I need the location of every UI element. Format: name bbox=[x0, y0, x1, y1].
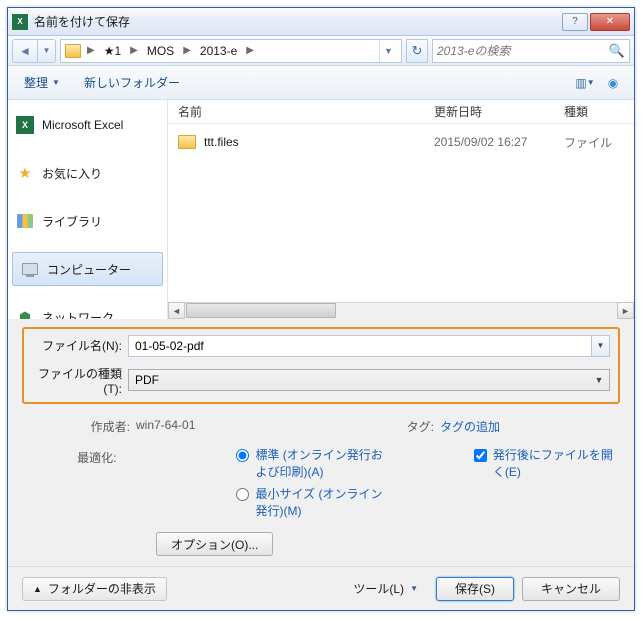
chevron-right-icon: ▶ bbox=[179, 45, 195, 56]
chevron-right-icon: ▶ bbox=[242, 45, 258, 56]
optimize-label: 最適化: bbox=[22, 447, 122, 520]
options-button[interactable]: オプション(O)... bbox=[156, 532, 273, 556]
optimize-minimum-radio[interactable]: 最小サイズ (オンライン発行)(M) bbox=[236, 486, 393, 520]
save-as-dialog: X 名前を付けて保存 ? ✕ ◄ ▼ ▶ ★1 ▶ MOS ▶ 2013-e ▶… bbox=[7, 7, 635, 611]
breadcrumb-bar[interactable]: ▶ ★1 ▶ MOS ▶ 2013-e ▶ ▼ bbox=[60, 39, 402, 63]
search-box[interactable]: 🔍 bbox=[432, 39, 630, 63]
excel-icon: X bbox=[16, 116, 34, 134]
filename-input[interactable] bbox=[128, 335, 592, 357]
author-label: 作成者: bbox=[22, 418, 136, 435]
horizontal-scrollbar[interactable]: ◄ ► bbox=[168, 302, 634, 319]
folder-icon bbox=[178, 135, 196, 149]
help-icon[interactable]: ◉ bbox=[600, 72, 626, 94]
tags-label: タグ: bbox=[394, 418, 440, 435]
save-button[interactable]: 保存(S) bbox=[436, 577, 514, 601]
cancel-button[interactable]: キャンセル bbox=[522, 577, 620, 601]
new-folder-button[interactable]: 新しいフォルダー bbox=[76, 71, 188, 95]
header-name[interactable]: 名前 bbox=[178, 103, 434, 120]
file-row[interactable]: ttt.files 2015/09/02 16:27 ファイル bbox=[178, 130, 624, 154]
hide-folders-button[interactable]: ▲ フォルダーの非表示 bbox=[22, 577, 167, 601]
breadcrumb-item[interactable]: ★1 bbox=[101, 42, 124, 60]
nav-back-button[interactable]: ◄ bbox=[12, 39, 38, 63]
filename-label: ファイル名(N): bbox=[32, 337, 128, 354]
tags-value[interactable]: タグの追加 bbox=[440, 418, 500, 435]
sidebar-item-computer[interactable]: コンピューター bbox=[12, 252, 163, 286]
refresh-button[interactable]: ↻ bbox=[406, 39, 428, 63]
column-headers: 名前 更新日時 種類 bbox=[168, 100, 634, 124]
header-type[interactable]: 種類 bbox=[564, 103, 624, 120]
titlebar: X 名前を付けて保存 ? ✕ bbox=[8, 8, 634, 36]
sidebar: X Microsoft Excel ★ お気に入り ライブラリ コンピューター … bbox=[8, 100, 168, 319]
sidebar-item-favorites[interactable]: ★ お気に入り bbox=[8, 156, 167, 190]
nav-bar: ◄ ▼ ▶ ★1 ▶ MOS ▶ 2013-e ▶ ▼ ↻ 🔍 bbox=[8, 36, 634, 66]
folder-icon bbox=[65, 44, 81, 58]
file-panel: 名前 更新日時 種類 ttt.files 2015/09/02 16:27 ファ… bbox=[168, 100, 634, 319]
scroll-left-button[interactable]: ◄ bbox=[168, 302, 185, 319]
star-icon: ★ bbox=[16, 164, 34, 182]
highlight-box: ファイル名(N): ▼ ファイルの種類(T): PDF ▼ bbox=[22, 327, 620, 404]
open-after-checkbox[interactable]: 発行後にファイルを開く(E) bbox=[474, 447, 620, 481]
optimize-standard-radio[interactable]: 標準 (オンライン発行および印刷)(A) bbox=[236, 447, 393, 481]
header-date[interactable]: 更新日時 bbox=[434, 103, 564, 120]
library-icon bbox=[16, 212, 34, 230]
footer: ▲ フォルダーの非表示 ツール(L) ▼ 保存(S) キャンセル bbox=[8, 566, 634, 610]
chevron-right-icon: ▶ bbox=[126, 45, 142, 56]
form-area: ファイル名(N): ▼ ファイルの種類(T): PDF ▼ bbox=[8, 319, 634, 414]
organize-button[interactable]: 整理 ▼ bbox=[16, 71, 68, 95]
window-title: 名前を付けて保存 bbox=[34, 13, 562, 30]
chevron-down-icon: ▼ bbox=[52, 78, 60, 87]
network-icon: ⬢ bbox=[16, 308, 34, 319]
search-input[interactable] bbox=[437, 44, 609, 58]
scroll-thumb[interactable] bbox=[186, 303, 336, 318]
content-area: X Microsoft Excel ★ お気に入り ライブラリ コンピューター … bbox=[8, 100, 634, 319]
nav-history-dropdown[interactable]: ▼ bbox=[38, 39, 56, 63]
filename-dropdown[interactable]: ▼ bbox=[592, 335, 610, 357]
excel-app-icon: X bbox=[12, 14, 28, 30]
tools-button[interactable]: ツール(L) ▼ bbox=[343, 577, 428, 601]
scroll-right-button[interactable]: ► bbox=[617, 302, 634, 319]
toolbar: 整理 ▼ 新しいフォルダー ▥ ▼ ◉ bbox=[8, 66, 634, 100]
help-button[interactable]: ? bbox=[562, 13, 588, 31]
view-button[interactable]: ▥ ▼ bbox=[572, 72, 598, 94]
sidebar-item-network[interactable]: ⬢ ネットワーク bbox=[8, 300, 167, 319]
chevron-right-icon: ▶ bbox=[83, 45, 99, 56]
breadcrumb-item[interactable]: 2013-e bbox=[197, 42, 240, 60]
search-icon[interactable]: 🔍 bbox=[609, 43, 625, 59]
chevron-down-icon: ▼ bbox=[591, 371, 607, 389]
breadcrumb-item[interactable]: MOS bbox=[144, 42, 177, 60]
computer-icon bbox=[21, 260, 39, 278]
metadata-area: 作成者: win7-64-01 タグ: タグの追加 最適化: 標準 (オンライン… bbox=[8, 414, 634, 566]
chevron-up-icon: ▲ bbox=[33, 584, 42, 594]
chevron-down-icon: ▼ bbox=[410, 584, 418, 593]
close-button[interactable]: ✕ bbox=[590, 13, 630, 31]
filetype-label: ファイルの種類(T): bbox=[32, 365, 128, 396]
sidebar-item-excel[interactable]: X Microsoft Excel bbox=[8, 108, 167, 142]
breadcrumb-dropdown[interactable]: ▼ bbox=[379, 40, 397, 62]
sidebar-item-libraries[interactable]: ライブラリ bbox=[8, 204, 167, 238]
filetype-combo[interactable]: PDF ▼ bbox=[128, 369, 610, 391]
file-list[interactable]: ttt.files 2015/09/02 16:27 ファイル ◄ ► bbox=[168, 124, 634, 319]
author-value[interactable]: win7-64-01 bbox=[136, 418, 195, 435]
